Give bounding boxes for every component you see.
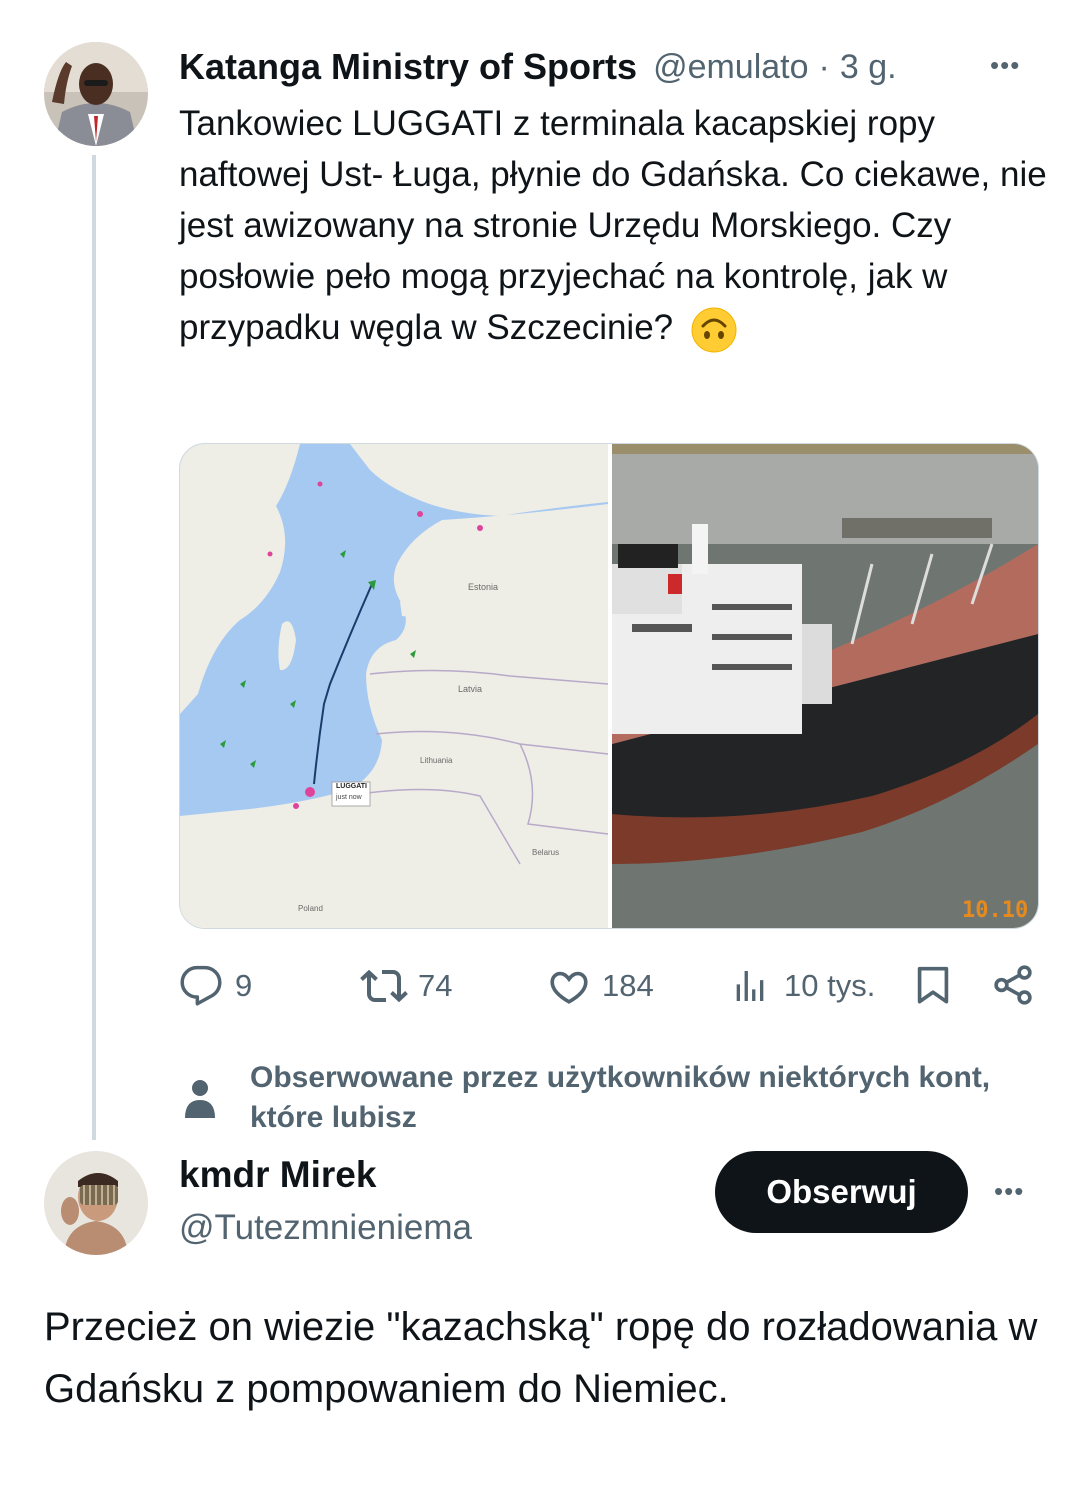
- reply-count: 9: [235, 968, 253, 1003]
- heart-icon: [546, 963, 592, 1009]
- more-options-icon[interactable]: •••: [990, 50, 1020, 81]
- map-image[interactable]: Estonia Latvia Lithuania Belarus Poland …: [180, 444, 608, 928]
- like-button[interactable]: 184: [546, 958, 696, 1014]
- map-country-latvia: Latvia: [458, 684, 483, 694]
- follow-button[interactable]: Obserwuj: [715, 1151, 968, 1233]
- author-name[interactable]: Katanga Ministry of Sports: [179, 46, 637, 88]
- author-avatar[interactable]: [44, 42, 148, 146]
- map-country-estonia: Estonia: [468, 582, 499, 592]
- map-country-poland: Poland: [298, 904, 323, 913]
- repost-count: 74: [418, 968, 453, 1003]
- views-button[interactable]: 10 tys.: [730, 958, 900, 1014]
- views-count: 10 tys.: [784, 968, 876, 1003]
- map-country-belarus: Belarus: [532, 848, 560, 857]
- tweet-body: Tankowiec LUGGATI z terminala kacapskiej…: [179, 104, 1047, 347]
- map-ship-label: LUGGATI: [336, 783, 367, 790]
- author-handle[interactable]: @emulato: [653, 48, 808, 87]
- map-ship-status: just now: [336, 794, 362, 801]
- views-icon: [730, 966, 770, 1006]
- thread-line: [92, 155, 96, 1140]
- reply-author-avatar[interactable]: [44, 1151, 148, 1255]
- reply-author-name[interactable]: kmdr Mirek: [179, 1154, 376, 1196]
- repost-icon: [360, 962, 408, 1010]
- map-country-lithuania: Lithuania: [420, 756, 453, 765]
- share-icon[interactable]: [990, 962, 1036, 1008]
- bookmark-icon[interactable]: [910, 962, 956, 1008]
- reply-text: Przecież on wiezie "kazachską" ropę do r…: [44, 1305, 1038, 1411]
- tweet-media[interactable]: Estonia Latvia Lithuania Belarus Poland …: [179, 443, 1039, 929]
- reply-button[interactable]: 9: [179, 958, 299, 1014]
- reply-author-handle[interactable]: @Tutezmnieniema: [179, 1208, 472, 1248]
- reply-more-options-icon[interactable]: •••: [994, 1176, 1024, 1207]
- ship-photo[interactable]: 10.10: [612, 444, 1038, 928]
- person-icon: [183, 1078, 217, 1118]
- tweet-text: Tankowiec LUGGATI z terminala kacapskiej…: [179, 98, 1049, 353]
- photo-date-stamp: 10.10: [962, 898, 1029, 923]
- upside-down-face-icon: [691, 307, 737, 353]
- reply-icon: [179, 964, 223, 1008]
- repost-button[interactable]: 74: [360, 958, 500, 1014]
- tweet-time[interactable]: 3 g.: [840, 48, 897, 87]
- social-context-text[interactable]: Obserwowane przez użytkowników niektóryc…: [250, 1058, 1010, 1138]
- like-count: 184: [602, 968, 654, 1003]
- separator-dot: ·: [818, 47, 830, 86]
- tweet-header: Katanga Ministry of Sports @emulato · 3 …: [179, 44, 1039, 90]
